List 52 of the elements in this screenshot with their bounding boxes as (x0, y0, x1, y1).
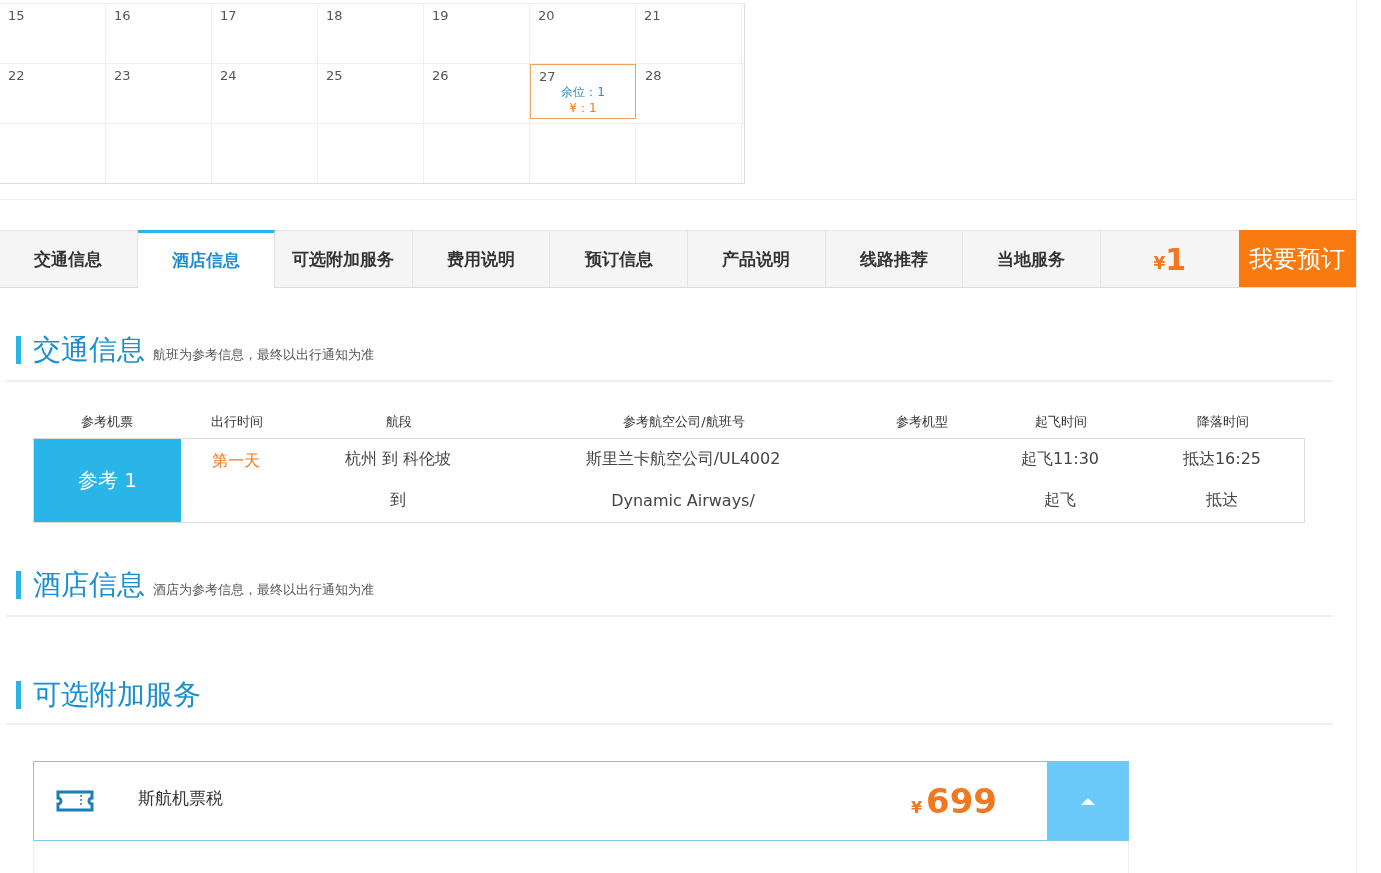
table-cell: 起飞11:30 (1020, 449, 1100, 470)
date-cell[interactable]: 17 (212, 4, 318, 63)
accent-bar (16, 681, 21, 709)
caret-icon (1079, 796, 1096, 806)
table-cell: 杭州 到 科伦坡 (344, 449, 452, 470)
column-header: 降落时间 (1196, 413, 1250, 431)
ticket-label: 参考 1 (34, 439, 181, 522)
service-price: ¥699 (910, 781, 997, 821)
date-cell[interactable]: 21 (636, 4, 742, 63)
date-cell[interactable]: 25 (318, 64, 424, 123)
date-cell[interactable]: 16 (106, 4, 212, 63)
section-tab[interactable]: 酒店信息 (137, 230, 276, 288)
table-cell: 抵达16:25 (1182, 449, 1262, 470)
date-cell[interactable]: 23 (106, 64, 212, 123)
section-tab[interactable]: 交通信息 (0, 230, 138, 287)
collapse-button[interactable] (1047, 762, 1128, 840)
date-cell[interactable]: 20 (530, 4, 636, 63)
accent-bar (16, 336, 21, 364)
column-header: 起飞时间 (1034, 413, 1088, 431)
date-cell[interactable]: 22 (0, 64, 106, 123)
section-title: 酒店信息 (33, 569, 145, 601)
section-note: 酒店为参考信息，最终以出行通知为准 (153, 581, 374, 599)
date-cell[interactable]: 19 (424, 4, 530, 63)
table-cell: 第一天 (212, 451, 261, 472)
date-cell[interactable]: 18 (318, 4, 424, 63)
date-cell[interactable]: 24 (212, 64, 318, 123)
date-cell[interactable]: 26 (424, 64, 530, 123)
column-header: 出行时间 (210, 413, 264, 431)
section-note: 航班为参考信息，最终以出行通知为准 (153, 346, 374, 364)
section-tab[interactable]: 可选附加服务 (275, 230, 413, 287)
section-title: 可选附加服务 (33, 679, 201, 711)
column-header: 参考机票 (80, 413, 134, 431)
table-cell: 起飞 (1044, 490, 1076, 511)
section-tab[interactable]: 预订信息 (550, 230, 688, 287)
date-cell[interactable]: 15 (0, 4, 106, 63)
section-tab[interactable]: 线路推荐 (825, 230, 964, 287)
column-header: 参考机型 (895, 413, 949, 431)
table-cell: Dynamic Airways/ (611, 491, 755, 510)
section-title: 交通信息 (33, 334, 145, 366)
section-tab[interactable]: 当地服务 (963, 230, 1101, 287)
table-cell: 到 (390, 490, 406, 511)
column-header: 航段 (385, 413, 413, 431)
selected-date-cell[interactable]: 27 余位：1 ¥：1 (530, 64, 636, 119)
ticket-icon (56, 790, 94, 812)
table-cell: 斯里兰卡航空公司/UL4002 (585, 449, 781, 470)
date-cell[interactable]: 28 (637, 64, 743, 123)
section-tab[interactable]: 费用说明 (412, 230, 551, 287)
service-name: 斯航机票税 (138, 786, 224, 810)
column-header: 参考航空公司/航班号 (622, 413, 746, 431)
table-cell: 抵达 (1206, 490, 1238, 511)
accent-bar (16, 571, 21, 599)
section-tab[interactable]: 产品说明 (687, 230, 826, 287)
